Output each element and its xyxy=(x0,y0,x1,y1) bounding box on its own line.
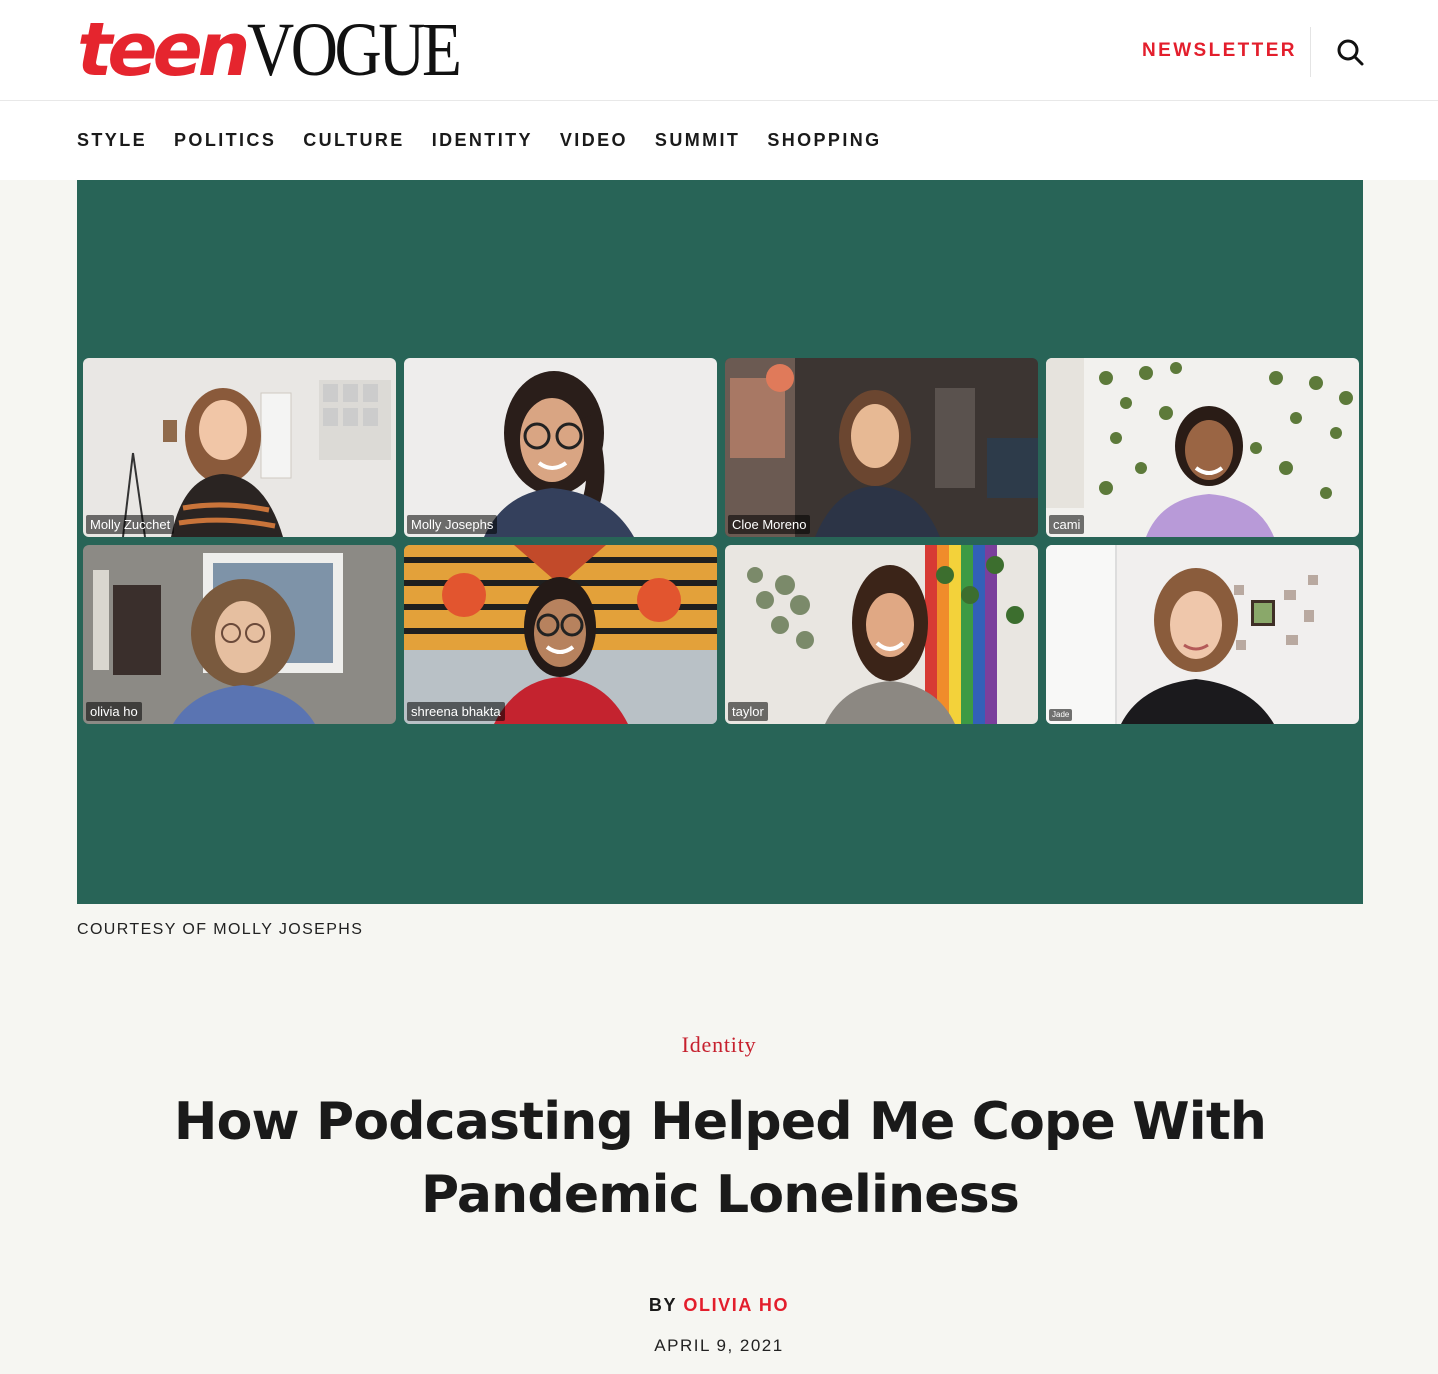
participant-tile: olivia ho xyxy=(83,545,396,724)
article-rubric-link[interactable]: Identity xyxy=(0,1032,1438,1058)
primary-nav-list: STYLE POLITICS CULTURE IDENTITY VIDEO SU… xyxy=(77,128,909,152)
nav-item-identity[interactable]: IDENTITY xyxy=(432,128,533,152)
logo-vogue-text: VOGUE xyxy=(247,8,462,92)
participant-name-label: Cloe Moreno xyxy=(728,515,811,534)
participant-name-label: Jade xyxy=(1049,709,1073,721)
search-icon[interactable] xyxy=(1334,36,1366,68)
participant-name-label: taylor xyxy=(728,702,768,721)
nav-item-style[interactable]: STYLE xyxy=(77,128,147,152)
participant-name-label: shreena bhakta xyxy=(407,702,505,721)
participant-tile: Molly Zucchet xyxy=(83,358,396,537)
participant-tile: Cloe Moreno xyxy=(725,358,1038,537)
participant-name-label: Molly Josephs xyxy=(407,515,498,534)
participant-tile: Molly Josephs xyxy=(404,358,717,537)
nav-item-shopping[interactable]: SHOPPING xyxy=(767,128,881,152)
author-link[interactable]: OLIVIA HO xyxy=(683,1295,789,1315)
participant-name-label: olivia ho xyxy=(86,702,142,721)
hero-image-video-call: Molly Zucchet Molly Josephs Cloe Moreno xyxy=(77,180,1363,904)
participant-photo xyxy=(725,545,1038,724)
participant-name-label: Molly Zucchet xyxy=(86,515,175,534)
participant-photo xyxy=(725,358,1038,537)
participant-photo xyxy=(1046,358,1359,537)
teen-vogue-logo[interactable]: teen VOGUE xyxy=(77,7,493,93)
logo-teen-text: teen xyxy=(77,7,250,93)
image-credit-caption: COURTESY OF MOLLY JOSEPHS xyxy=(77,921,364,938)
nav-item-politics[interactable]: POLITICS xyxy=(174,128,276,152)
newsletter-link[interactable]: NEWSLETTER xyxy=(1142,40,1297,62)
byline-prefix: BY xyxy=(648,1295,677,1315)
nav-item-culture[interactable]: CULTURE xyxy=(303,128,404,152)
header-divider xyxy=(1310,27,1311,77)
nav-item-video[interactable]: VIDEO xyxy=(560,128,628,152)
nav-item-summit[interactable]: SUMMIT xyxy=(655,128,740,152)
site-header: teen VOGUE NEWSLETTER xyxy=(0,0,1438,101)
participant-photo xyxy=(404,545,717,724)
participant-tile: cami xyxy=(1046,358,1359,537)
participant-photo xyxy=(83,358,396,537)
participant-name-label: cami xyxy=(1049,515,1085,534)
participant-photo xyxy=(1046,545,1359,724)
participant-tile: shreena bhakta xyxy=(404,545,717,724)
publish-date: APRIL 9, 2021 xyxy=(654,1336,784,1355)
participant-tile: taylor xyxy=(725,545,1038,724)
article-byline: BY OLIVIA HO xyxy=(0,1295,1438,1316)
participant-photo xyxy=(404,358,717,537)
article-headline: How Podcasting Helped Me Cope With Pande… xyxy=(173,1092,1267,1225)
participant-tile: Jade xyxy=(1046,545,1359,724)
participant-photo xyxy=(83,545,396,724)
